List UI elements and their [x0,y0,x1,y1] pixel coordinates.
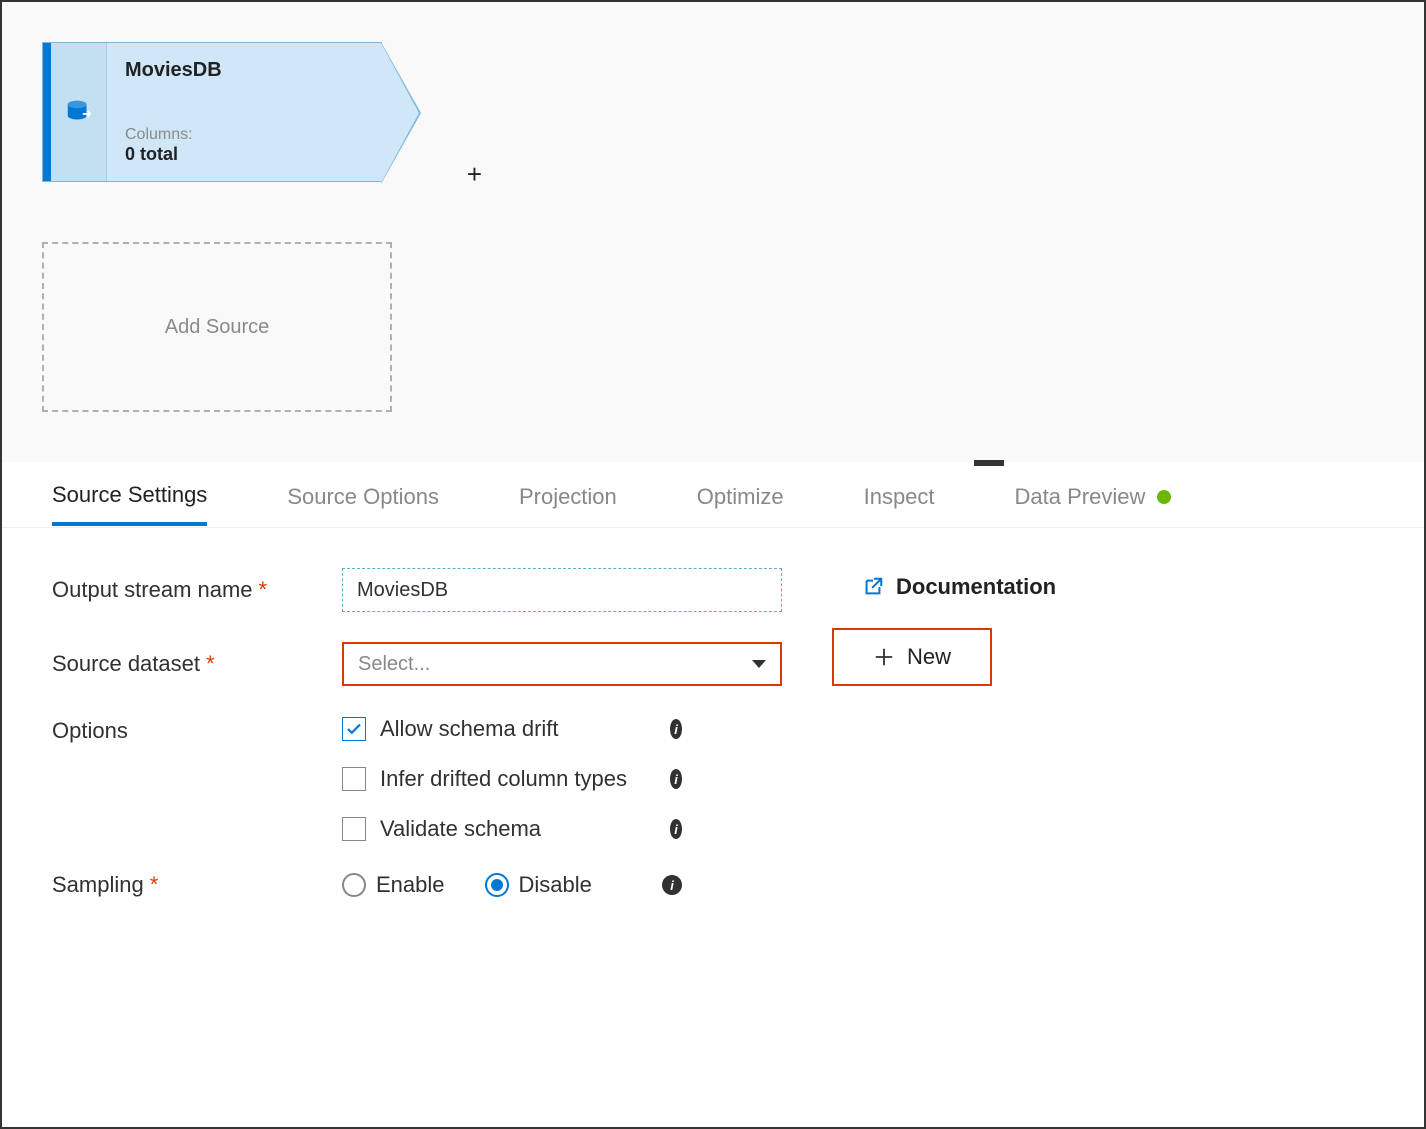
options-label: Options [52,716,342,744]
info-icon[interactable]: i [670,719,682,739]
info-icon[interactable]: i [670,769,682,789]
required-asterisk: * [259,577,268,603]
info-icon[interactable]: i [662,875,682,895]
chevron-down-icon [752,660,766,668]
new-dataset-button[interactable]: New [832,628,992,686]
selection-bar [43,43,51,181]
sampling-enable-label: Enable [376,872,445,898]
node-arrow-fill [381,43,419,183]
sampling-label-text: Sampling [52,872,144,898]
output-stream-input[interactable] [342,568,782,612]
status-indicator-icon [1157,490,1171,504]
sampling-enable-radio[interactable]: Enable [342,872,445,898]
checkmark-icon [345,720,363,738]
source-node-title: MoviesDB [125,59,363,82]
database-icon [64,97,94,127]
tab-data-preview-label: Data Preview [1015,484,1146,510]
validate-schema-checkbox[interactable] [342,817,366,841]
radio-icon [485,873,509,897]
columns-label: Columns: [125,126,363,144]
sampling-disable-radio[interactable]: Disable [485,872,592,898]
source-node[interactable]: MoviesDB Columns: 0 total + [42,42,422,182]
source-dataset-row: Source dataset * Select... [52,642,1374,686]
plus-icon [873,646,895,668]
tab-optimize[interactable]: Optimize [697,466,784,524]
allow-schema-drift-checkbox[interactable] [342,717,366,741]
tab-source-options[interactable]: Source Options [287,466,439,524]
external-link-icon [862,576,884,598]
validate-schema-label: Validate schema [380,816,670,842]
sampling-label: Sampling * [52,872,342,898]
tab-projection[interactable]: Projection [519,466,617,524]
source-node-icon [51,43,107,181]
source-dataset-label: Source dataset * [52,651,342,677]
output-stream-label: Output stream name * [52,577,342,603]
tab-data-preview[interactable]: Data Preview [1015,466,1172,524]
documentation-label: Documentation [896,574,1056,600]
sampling-row: Sampling * Enable Disable i [52,872,1374,898]
source-dataset-select[interactable]: Select... [342,642,782,686]
options-row: Options Allow schema drift i Infer drift [52,716,1374,842]
allow-schema-drift-label: Allow schema drift [380,716,670,742]
tab-inspect[interactable]: Inspect [864,466,935,524]
select-placeholder: Select... [358,653,430,676]
info-icon[interactable]: i [670,819,682,839]
required-asterisk: * [150,872,159,898]
panel-resize-handle[interactable] [974,460,1004,466]
add-source-button[interactable]: Add Source [42,242,392,412]
new-button-label: New [907,644,951,670]
documentation-link[interactable]: Documentation [862,574,1056,600]
source-settings-panel: Documentation New Output stream name * S… [2,528,1424,968]
options-label-text: Options [52,718,128,744]
sampling-radio-group: Enable Disable [342,872,592,898]
tab-source-settings[interactable]: Source Settings [52,464,207,526]
infer-drifted-checkbox[interactable] [342,767,366,791]
required-asterisk: * [206,651,215,677]
infer-drifted-label: Infer drifted column types [380,766,670,792]
output-stream-row: Output stream name * [52,568,1374,612]
sampling-disable-label: Disable [519,872,592,898]
radio-icon [342,873,366,897]
settings-tabs: Source Settings Source Options Projectio… [2,462,1424,528]
radio-dot-icon [491,879,503,891]
add-source-label: Add Source [165,316,270,339]
dataflow-canvas: MoviesDB Columns: 0 total + Add Source [2,2,1424,462]
source-dataset-label-text: Source dataset [52,651,200,677]
output-stream-label-text: Output stream name [52,577,253,603]
columns-count: 0 total [125,144,363,165]
add-transformation-button[interactable]: + [467,159,482,190]
